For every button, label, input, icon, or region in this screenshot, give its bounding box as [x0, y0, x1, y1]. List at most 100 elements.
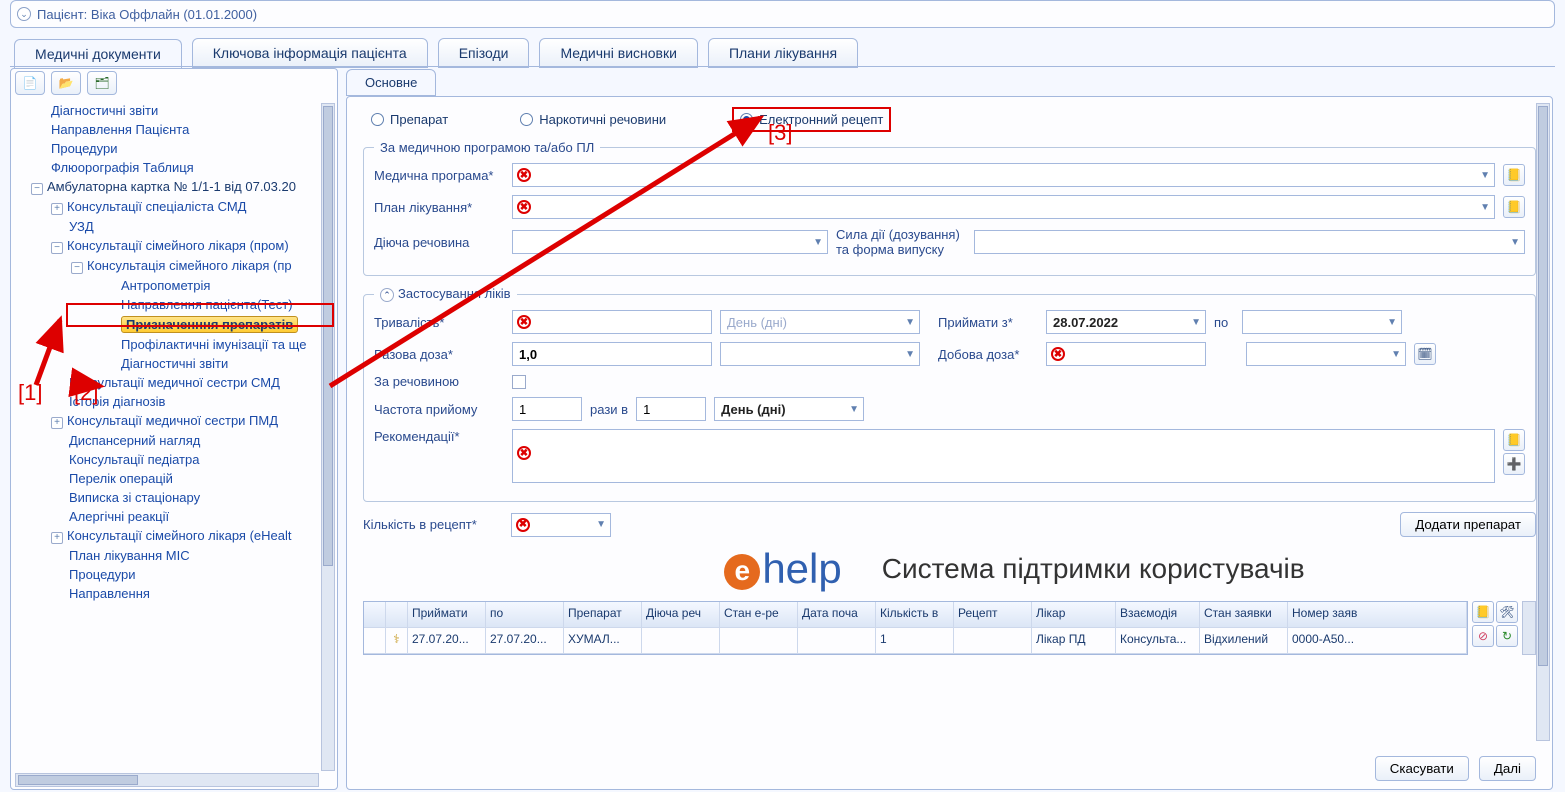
calc-button[interactable]: 🗓 — [1414, 343, 1436, 365]
field-qty[interactable]: ✖▼ — [511, 513, 611, 537]
expand-icon[interactable]: + — [51, 417, 63, 429]
tree-item[interactable]: Перелік операцій — [69, 471, 173, 486]
tab-treatment-plans[interactable]: Плани лікування — [708, 38, 858, 68]
field-daily-dose[interactable]: ✖ — [1046, 342, 1206, 366]
label-plan: План лікування* — [374, 200, 504, 215]
radio-narcotic[interactable]: Наркотичні речовини — [514, 109, 672, 130]
tree-item[interactable]: Консультації медичної сестри ПМД — [67, 413, 278, 428]
tab-key-info[interactable]: Ключова інформація пацієнта — [192, 38, 428, 68]
tree-item[interactable]: Діагностичні звіти — [51, 103, 158, 118]
grid-edit-button[interactable]: 📒 — [1472, 601, 1494, 623]
chevron-up-icon[interactable]: ⌃ — [380, 288, 394, 302]
open-doc-button[interactable]: 📂 — [51, 71, 81, 95]
field-freq-count[interactable] — [512, 397, 582, 421]
tab-episodes[interactable]: Епізоди — [438, 38, 530, 68]
patient-header: ⌄ Пацієнт: Віка Оффлайн (01.01.2000) — [10, 0, 1555, 28]
field-duration-unit[interactable]: День (дні)▼ — [720, 310, 920, 334]
tree-item[interactable]: Флюорографія Таблиця — [51, 160, 194, 175]
field-single-dose[interactable] — [512, 342, 712, 366]
prescriptions-grid[interactable]: Приймати по Препарат Діюча реч Стан е-ре… — [363, 601, 1468, 655]
collapse-icon[interactable]: − — [71, 262, 83, 274]
label-strength: Сила дії (дозування) та форма випуску — [836, 227, 966, 257]
group-usage: ⌃ Застосування ліків Тривалість* ✖ День (… — [363, 286, 1536, 502]
next-button[interactable]: Далі — [1479, 756, 1536, 781]
ehelp-logo-icon: e — [724, 554, 760, 590]
tree-item[interactable]: Консультації медичної сестри СМД — [69, 375, 280, 390]
field-plan[interactable]: ✖▼ — [512, 195, 1495, 219]
form-pane: Основне Препарат Наркотичні речовини Еле… — [346, 68, 1553, 790]
form-tab-main[interactable]: Основне — [346, 69, 436, 96]
group-legend: Застосування ліків — [398, 286, 511, 301]
tree-item[interactable]: Амбулаторна картка № 1/1-1 від 07.03.20 — [47, 179, 296, 194]
tree-vscroll[interactable] — [321, 103, 335, 771]
field-substance[interactable]: ▼ — [512, 230, 828, 254]
field-recommendations[interactable]: ✖ — [512, 429, 1495, 483]
label-times-in: рази в — [590, 402, 628, 417]
label-substance: Діюча речовина — [374, 235, 504, 250]
field-strength[interactable]: ▼ — [974, 230, 1525, 254]
field-single-dose-unit[interactable]: ▼ — [720, 342, 920, 366]
support-slogan: Система підтримки користувачів — [882, 553, 1305, 585]
field-duration[interactable]: ✖ — [512, 310, 712, 334]
label-daily-dose: Добова доза* — [938, 347, 1038, 362]
tree-item[interactable]: Процедури — [51, 141, 117, 156]
lookup-button[interactable]: 📒 — [1503, 164, 1525, 186]
document-tree[interactable]: Діагностичні звіти Направлення Пацієнта … — [11, 101, 329, 771]
tree-item[interactable]: Консультації спеціаліста СМД — [67, 199, 246, 214]
tree-item[interactable]: Процедури — [69, 567, 135, 582]
tree-item[interactable]: УЗД — [69, 219, 94, 234]
tree-item[interactable]: Профілактичні імунізації та ще — [121, 337, 306, 352]
label-duration: Тривалість* — [374, 315, 504, 330]
label-qty: Кількість в рецепт* — [363, 517, 503, 532]
lookup-button[interactable]: 📒 — [1503, 196, 1525, 218]
chevron-down-icon[interactable]: ⌄ — [17, 7, 31, 21]
document-tree-pane: 📄 📂 🗂 Діагностичні звіти Направлення Пац… — [10, 68, 338, 790]
tree-item[interactable]: Історія діагнозів — [69, 394, 165, 409]
patient-name: Пацієнт: Віка Оффлайн (01.01.2000) — [37, 7, 257, 22]
add-drug-button[interactable]: Додати препарат — [1400, 512, 1536, 537]
expand-icon[interactable]: + — [51, 203, 63, 215]
radio-erecipe[interactable]: Електронний рецепт — [732, 107, 891, 132]
tree-item-selected[interactable]: Призначенння препаратів — [121, 316, 298, 333]
grid-vscroll[interactable] — [1522, 601, 1536, 655]
new-folder-button[interactable]: 🗂 — [87, 71, 117, 95]
group-legend: За медичною програмою та/або ПЛ — [380, 140, 594, 155]
tree-item[interactable]: Виписка зі стаціонару — [69, 490, 200, 505]
tree-item[interactable]: Консультації сімейного лікаря (eHealt — [67, 528, 291, 543]
field-freq-per[interactable] — [636, 397, 706, 421]
field-freq-unit[interactable]: День (дні)▼ — [714, 397, 864, 421]
form-vscroll[interactable] — [1536, 103, 1550, 741]
tree-item[interactable]: Направлення — [69, 586, 150, 601]
grid-refresh-button[interactable]: ↻ — [1496, 625, 1518, 647]
tab-conclusions[interactable]: Медичні висновки — [539, 38, 697, 68]
new-doc-button[interactable]: 📄 — [15, 71, 45, 95]
collapse-icon[interactable]: − — [51, 242, 63, 254]
tree-item[interactable]: Діагностичні звіти — [121, 356, 228, 371]
tree-item[interactable]: Направлення Пацієнта — [51, 122, 189, 137]
tree-item[interactable]: Алергічні реакції — [69, 509, 169, 524]
collapse-icon[interactable]: − — [31, 183, 43, 195]
checkbox-by-substance[interactable] — [512, 375, 526, 389]
tree-hscroll[interactable] — [15, 773, 319, 787]
tree-item[interactable]: Диспансерний нагляд — [69, 433, 200, 448]
radio-drug[interactable]: Препарат — [365, 109, 454, 130]
support-banner: ehelp Система підтримки користувачів — [493, 545, 1536, 593]
tree-item[interactable]: Антропометрія — [121, 278, 210, 293]
grid-delete-button[interactable]: ⊘ — [1472, 625, 1494, 647]
table-row[interactable]: ⚕ 27.07.20... 27.07.20... ХУМАЛ... 1 Лік… — [364, 628, 1467, 654]
add-template-button[interactable]: ➕ — [1503, 453, 1525, 475]
field-to[interactable]: ▼ — [1242, 310, 1402, 334]
field-med-program[interactable]: ✖▼ — [512, 163, 1495, 187]
tree-item[interactable]: План лікування МІС — [69, 548, 190, 563]
tab-medical-docs[interactable]: Медичні документи — [14, 39, 182, 69]
expand-icon[interactable]: + — [51, 532, 63, 544]
field-take-from[interactable]: 28.07.2022▼ — [1046, 310, 1206, 334]
grid-tools-button[interactable]: 🛠 — [1496, 601, 1518, 623]
tree-item[interactable]: Консультація сімейного лікаря (пр — [87, 258, 292, 273]
cancel-button[interactable]: Скасувати — [1375, 756, 1469, 781]
tree-item[interactable]: Консультації педіатра — [69, 452, 199, 467]
template-button[interactable]: 📒 — [1503, 429, 1525, 451]
tree-item[interactable]: Направлення пацієнта(Тест) — [121, 297, 293, 312]
tree-item[interactable]: Консультації сімейного лікаря (пром) — [67, 238, 289, 253]
field-daily-dose-unit[interactable]: ▼ — [1246, 342, 1406, 366]
